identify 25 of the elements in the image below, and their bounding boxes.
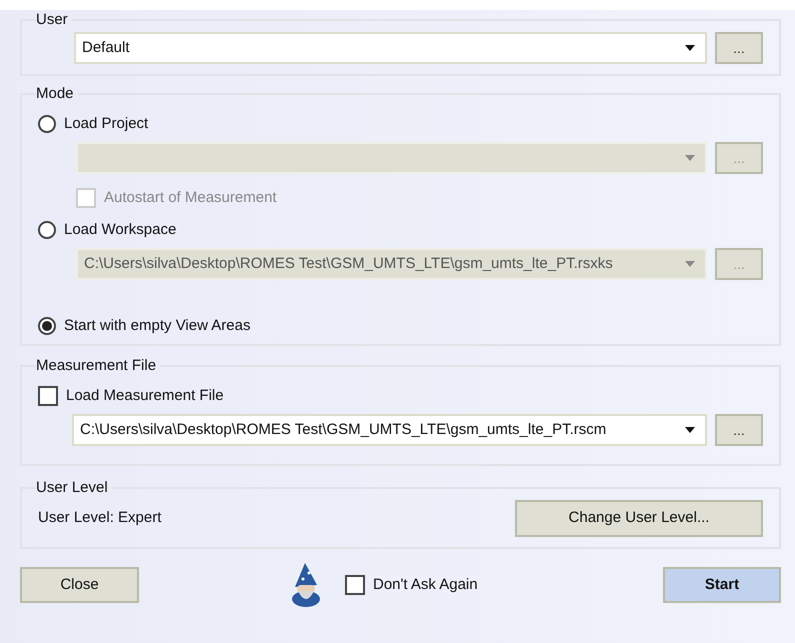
- dropdown-arrow-icon[interactable]: [685, 45, 695, 51]
- group-title: User Level: [36, 478, 109, 498]
- close-button[interactable]: Close: [20, 567, 139, 603]
- browse-button[interactable]: ...: [715, 32, 763, 64]
- change-user-level-button[interactable]: Change User Level...: [515, 500, 763, 537]
- checkbox-label: Autostart of Measurement: [104, 188, 277, 208]
- radio-button[interactable]: [38, 221, 56, 239]
- checkbox-label: Don't Ask Again: [373, 574, 478, 595]
- radio-button[interactable]: [38, 115, 56, 133]
- radio-label: Load Project: [64, 114, 148, 134]
- dropdown-field[interactable]: Default: [74, 32, 707, 64]
- dropdown-arrow-icon[interactable]: [685, 427, 695, 433]
- browse-button[interactable]: ...: [715, 414, 763, 446]
- group-title: Measurement File: [36, 356, 158, 376]
- checkbox-label: Load Measurement File: [66, 386, 224, 406]
- start-button[interactable]: Start: [663, 567, 781, 603]
- group-title: Mode: [36, 84, 75, 104]
- radio-label: Start with empty View Areas: [64, 316, 250, 336]
- radio-label: Load Workspace: [64, 220, 176, 240]
- radio-button[interactable]: [38, 317, 56, 335]
- group-title: User: [36, 10, 69, 30]
- user-level-text: User Level: Expert: [38, 508, 162, 528]
- checkbox[interactable]: [38, 386, 58, 406]
- checkbox[interactable]: [345, 575, 365, 595]
- dropdown-field[interactable]: C:\Users\silva\Desktop\ROMES Test\GSM_UMTS_LTE\gsm_umts_lte_PT.rscm: [72, 414, 707, 446]
